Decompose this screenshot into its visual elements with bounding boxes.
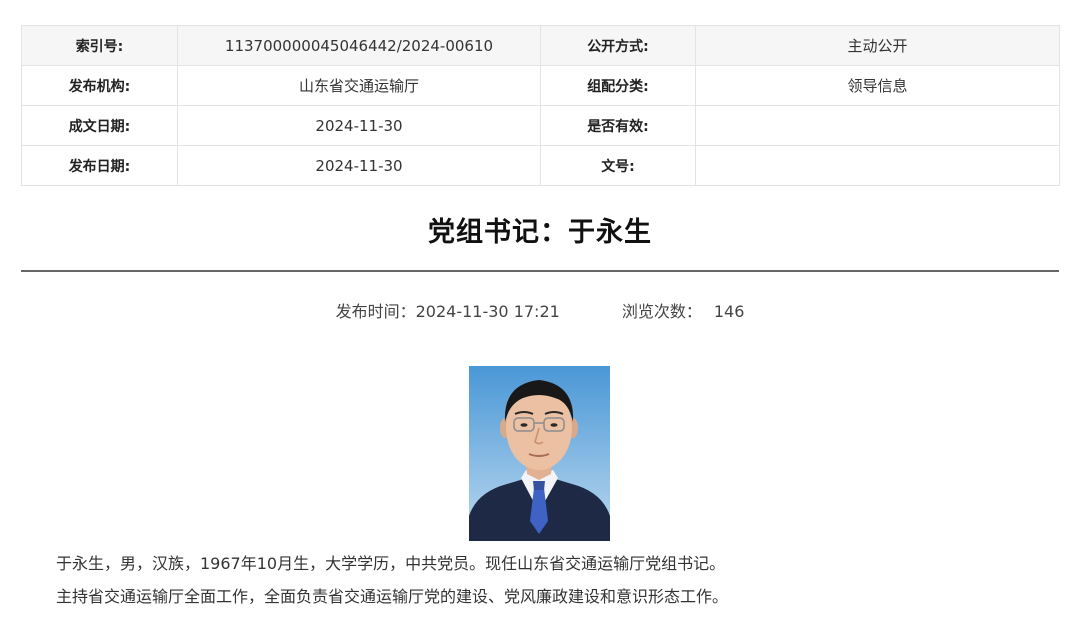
document-number-value xyxy=(695,145,1060,186)
metadata-row: 索引号: 113700000045046442/2024-00610 公开方式:… xyxy=(21,25,1060,66)
metadata-row: 发布日期: 2024-11-30 文号: xyxy=(21,145,1060,186)
document-metadata-table: 索引号: 113700000045046442/2024-00610 公开方式:… xyxy=(21,25,1060,186)
publish-info: 发布时间：2024-11-30 17:21 浏览次数： 146 xyxy=(0,298,1080,322)
biography-line: 主持省交通运输厅全面工作，全面负责省交通运输厅党的建设、党风廉政建设和意识形态工… xyxy=(56,587,729,606)
portrait-photo xyxy=(469,366,610,541)
publish-date-label: 发布日期: xyxy=(21,145,178,186)
metadata-row: 成文日期: 2024-11-30 是否有效: xyxy=(21,105,1060,146)
index-number-label: 索引号: xyxy=(21,25,178,66)
validity-value xyxy=(695,105,1060,146)
biography-text: 于永生，男，汉族，1967年10月生，大学学历，中共党员。现任山东省交通运输厅党… xyxy=(56,547,1056,613)
written-date-label: 成文日期: xyxy=(21,105,178,146)
document-number-label: 文号: xyxy=(540,145,696,186)
validity-label: 是否有效: xyxy=(540,105,696,146)
publisher-value: 山东省交通运输厅 xyxy=(177,65,541,106)
view-count-label: 浏览次数： xyxy=(621,302,702,321)
metadata-row: 发布机构: 山东省交通运输厅 组配分类: 领导信息 xyxy=(21,65,1060,106)
disclosure-method-label: 公开方式: xyxy=(540,25,696,66)
written-date-value: 2024-11-30 xyxy=(177,105,541,146)
publisher-label: 发布机构: xyxy=(21,65,178,106)
article-title: 党组书记：于永生 xyxy=(428,217,652,248)
title-divider xyxy=(21,270,1059,272)
category-value: 领导信息 xyxy=(695,65,1060,106)
biography-line: 于永生，男，汉族，1967年10月生，大学学历，中共党员。现任山东省交通运输厅党… xyxy=(56,554,726,573)
category-label: 组配分类: xyxy=(540,65,696,106)
disclosure-method-value: 主动公开 xyxy=(695,25,1060,66)
publish-date-value: 2024-11-30 xyxy=(177,145,541,186)
index-number-value: 113700000045046442/2024-00610 xyxy=(177,25,541,66)
publish-time-label: 发布时间： xyxy=(335,302,416,321)
publish-time-value: 2024-11-30 17:21 xyxy=(415,302,560,321)
view-count-value: 146 xyxy=(713,302,745,321)
